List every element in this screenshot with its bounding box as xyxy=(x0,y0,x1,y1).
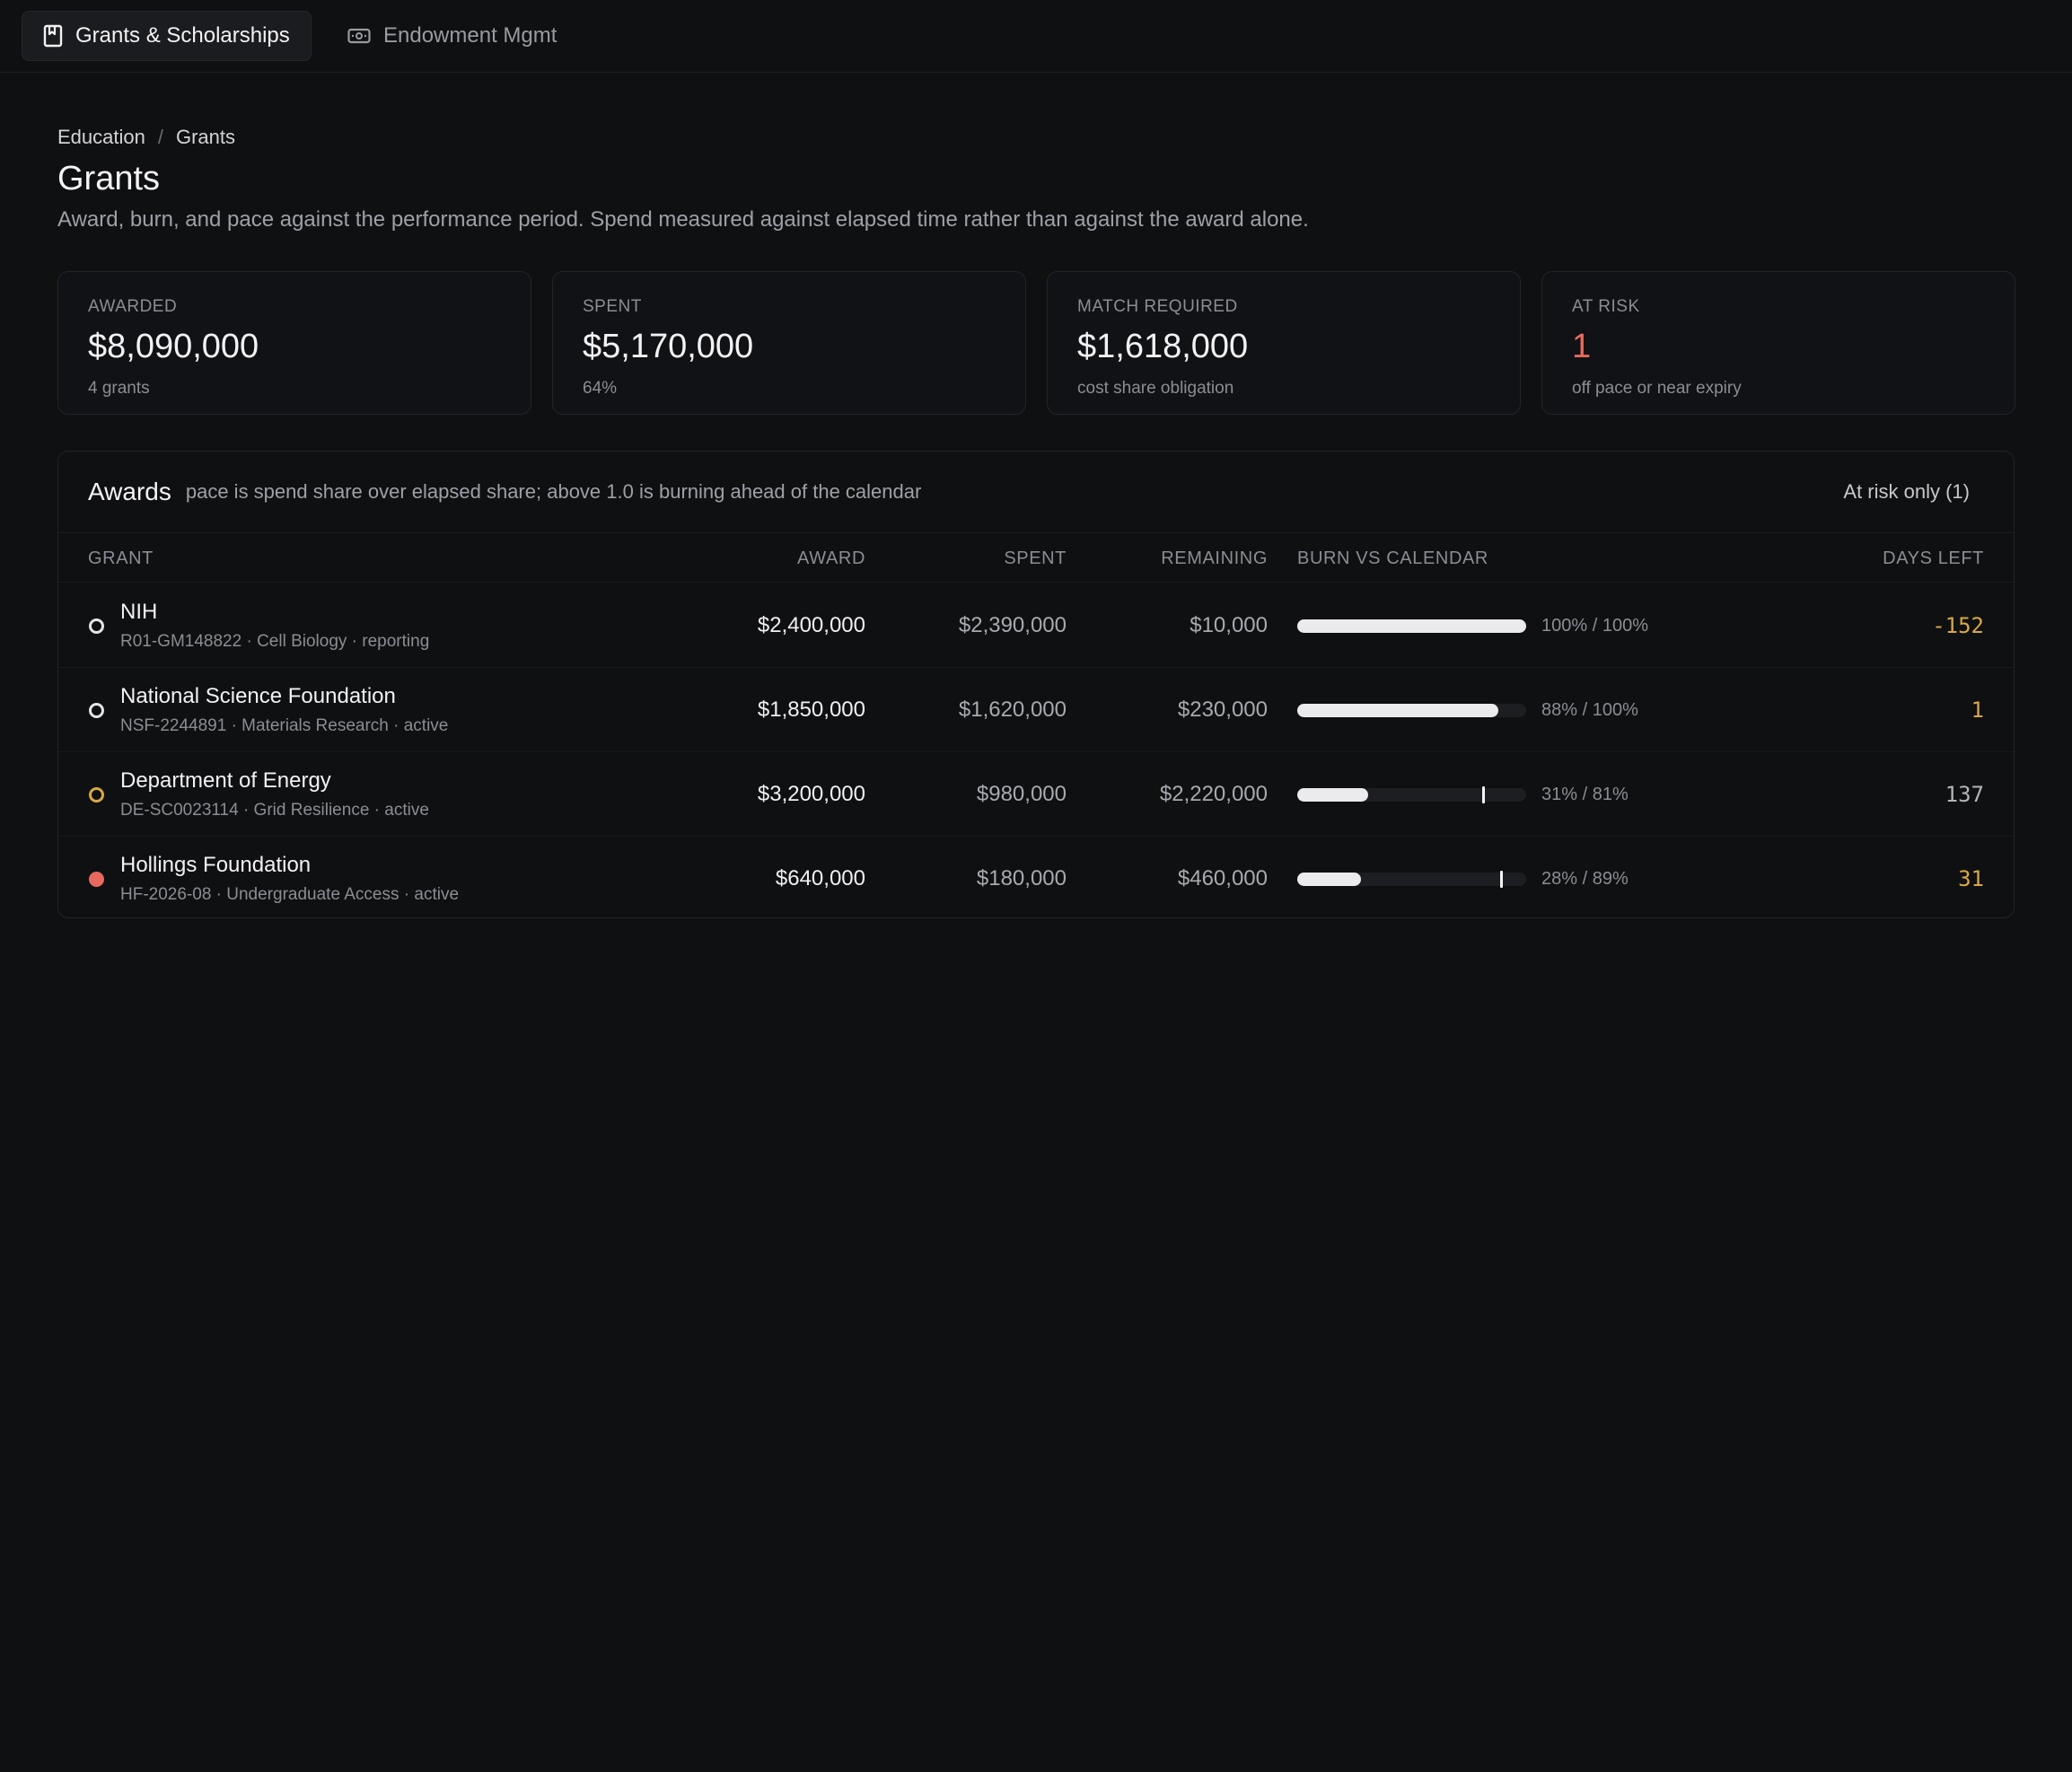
remaining-amount: $230,000 xyxy=(1177,697,1268,722)
col-award[interactable]: AWARD xyxy=(797,548,865,569)
tab-grants-scholarships[interactable]: Grants & Scholarships xyxy=(22,11,312,61)
award-amount: $3,200,000 xyxy=(757,782,865,806)
days-left: 1 xyxy=(1971,697,1984,723)
tab-label: Grants & Scholarships xyxy=(75,23,290,48)
grant-meta: HF-2026-08 · Undergraduate Access · acti… xyxy=(120,885,460,904)
col-spent[interactable]: SPENT xyxy=(1004,548,1067,569)
kpi-sub: 4 grants xyxy=(88,379,150,398)
bookmark-book-icon xyxy=(43,24,63,48)
grant-meta: DE-SC0023114 · Grid Resilience · active xyxy=(120,801,429,820)
breadcrumb: Education / Grants xyxy=(57,126,235,149)
banknote-icon xyxy=(347,28,371,44)
grant-meta: NSF-2244891 · Materials Research · activ… xyxy=(120,716,449,735)
breadcrumb-parent[interactable]: Education xyxy=(57,126,145,149)
page-subtitle: Award, burn, and pace against the perfor… xyxy=(57,207,1309,232)
table-row[interactable]: NIH R01-GM148822 · Cell Biology · report… xyxy=(58,583,2014,668)
burn-fill xyxy=(1297,704,1499,717)
spent-amount: $180,000 xyxy=(976,866,1067,890)
tab-endowment-mgmt[interactable]: Endowment Mgmt xyxy=(327,11,577,61)
grant-name: Department of Energy xyxy=(120,768,331,793)
award-amount: $640,000 xyxy=(775,866,865,890)
at-risk-filter-button[interactable]: At risk only (1) xyxy=(1829,473,1984,511)
burn-label: 31% / 81% xyxy=(1541,785,1629,804)
awards-panel: Awards pace is spend share over elapsed … xyxy=(57,451,2015,918)
grant-name: National Science Foundation xyxy=(120,684,396,708)
top-nav: Grants & Scholarships Endowment Mgmt xyxy=(0,0,2072,73)
kpi-sub: 64% xyxy=(583,379,618,398)
spent-amount: $2,390,000 xyxy=(958,613,1067,637)
remaining-amount: $2,220,000 xyxy=(1159,782,1268,806)
kpi-value: $5,170,000 xyxy=(583,328,754,365)
status-dot xyxy=(89,872,104,887)
kpi-value: $8,090,000 xyxy=(88,328,259,365)
kpi-spent: SPENT $5,170,000 64% xyxy=(552,271,1026,415)
page-title: Grants xyxy=(57,160,161,197)
kpi-value: 1 xyxy=(1572,328,1592,365)
col-grant[interactable]: GRANT xyxy=(88,548,154,569)
awards-title: Awards xyxy=(88,478,171,505)
burn-bar xyxy=(1297,786,1526,803)
elapsed-marker xyxy=(1499,871,1503,888)
table-row[interactable]: National Science Foundation NSF-2244891 … xyxy=(58,668,2014,752)
spent-amount: $980,000 xyxy=(976,782,1067,806)
award-amount: $2,400,000 xyxy=(757,613,865,637)
burn-label: 88% / 100% xyxy=(1541,700,1638,720)
awards-header: Awards pace is spend share over elapsed … xyxy=(58,452,2014,533)
remaining-amount: $10,000 xyxy=(1190,613,1268,637)
tab-label: Endowment Mgmt xyxy=(383,23,558,48)
kpi-awarded: AWARDED $8,090,000 4 grants xyxy=(57,271,531,415)
burn-fill xyxy=(1297,873,1362,886)
kpi-label: MATCH REQUIRED xyxy=(1077,297,1238,316)
burn-fill xyxy=(1297,619,1526,633)
kpi-value: $1,618,000 xyxy=(1077,328,1249,365)
table-header: GRANT AWARD SPENT REMAINING BURN VS CALE… xyxy=(58,533,2014,583)
col-remaining[interactable]: REMAINING xyxy=(1161,548,1268,569)
burn-label: 100% / 100% xyxy=(1541,616,1648,636)
breadcrumb-separator: / xyxy=(157,126,163,148)
grant-meta: R01-GM148822 · Cell Biology · reporting xyxy=(120,632,430,651)
burn-bar xyxy=(1297,704,1526,717)
burn-label: 28% / 89% xyxy=(1541,869,1629,889)
status-dot xyxy=(89,618,104,634)
award-amount: $1,850,000 xyxy=(757,697,865,722)
kpi-sub: off pace or near expiry xyxy=(1572,379,1742,398)
kpi-label: AT RISK xyxy=(1572,297,1640,316)
kpi-match-required: MATCH REQUIRED $1,618,000 cost share obl… xyxy=(1047,271,1521,415)
days-left: 137 xyxy=(1945,782,1984,807)
grant-name: Hollings Foundation xyxy=(120,853,312,877)
burn-fill xyxy=(1297,788,1369,802)
kpi-at-risk: AT RISK 1 off pace or near expiry xyxy=(1541,271,2015,415)
breadcrumb-current: Grants xyxy=(175,126,236,148)
days-left: -152 xyxy=(1932,613,1984,638)
burn-bar xyxy=(1297,871,1526,888)
elapsed-marker xyxy=(1481,786,1485,803)
col-days-left[interactable]: DAYS LEFT xyxy=(1883,548,1984,569)
table-row[interactable]: Hollings Foundation HF-2026-08 · Undergr… xyxy=(58,837,2014,921)
grant-name: NIH xyxy=(120,600,158,624)
awards-note: pace is spend share over elapsed share; … xyxy=(185,480,922,503)
kpi-label: AWARDED xyxy=(88,297,178,316)
status-dot xyxy=(89,703,104,718)
kpi-sub: cost share obligation xyxy=(1077,379,1234,398)
days-left: 31 xyxy=(1958,866,1984,891)
burn-bar xyxy=(1297,619,1526,633)
col-burn-vs-calendar[interactable]: BURN VS CALENDAR xyxy=(1297,548,1488,569)
spent-amount: $1,620,000 xyxy=(958,697,1067,722)
table-row[interactable]: Department of Energy DE-SC0023114 · Grid… xyxy=(58,752,2014,837)
remaining-amount: $460,000 xyxy=(1177,866,1268,890)
status-dot xyxy=(89,787,104,803)
kpi-label: SPENT xyxy=(583,297,642,316)
